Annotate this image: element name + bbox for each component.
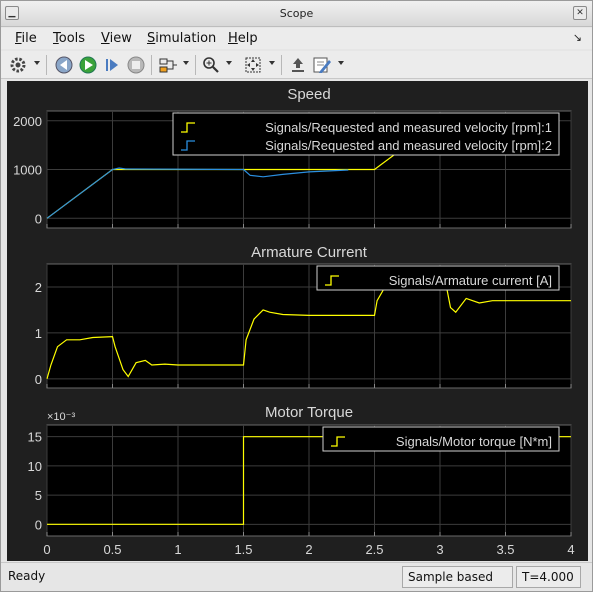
status-bar: Ready Sample based T=4.000 (1, 562, 592, 591)
title-bar[interactable]: Scope ▁ ✕ (1, 1, 592, 27)
toolbar (1, 51, 592, 79)
motor-torque-exponent: ×10⁻³ (47, 411, 75, 423)
fit-view-icon[interactable] (242, 54, 264, 76)
signal-highlight-icon[interactable] (157, 54, 179, 76)
x-tick-label: 2.5 (365, 542, 383, 557)
signal-dropdown-icon[interactable] (183, 61, 189, 65)
toolbar-separator (46, 55, 47, 75)
fit-dropdown-icon[interactable] (269, 61, 275, 65)
y-tick-label: 2 (35, 280, 42, 295)
y-tick-label: 0 (35, 517, 42, 532)
legend[interactable]: Signals/Motor torque [N*m] (322, 426, 560, 452)
y-tick-label: 0 (35, 372, 42, 387)
y-tick-label: 0 (35, 211, 42, 226)
step-forward-icon[interactable] (101, 54, 123, 76)
x-tick-label: 0.5 (103, 542, 121, 557)
run-icon[interactable] (77, 54, 99, 76)
menu-help[interactable]: Help (228, 31, 258, 46)
sample-mode-status: Sample based (402, 566, 513, 588)
gear-dropdown-icon[interactable] (34, 61, 40, 65)
zoom-dropdown-icon[interactable] (226, 61, 232, 65)
legend[interactable]: Signals/Armature current [A] (316, 265, 560, 291)
legend-label: Signals/Motor torque [N*m] (396, 434, 552, 449)
toolbar-separator (281, 55, 282, 75)
window-title: Scope (279, 7, 314, 20)
zoom-in-icon[interactable] (200, 54, 222, 76)
x-tick-label: 1.5 (234, 542, 252, 557)
toolbar-separator (195, 55, 196, 75)
edit-style-dropdown-icon[interactable] (338, 61, 344, 65)
sim-time-status: T=4.000 (516, 566, 581, 588)
scope-display: Speed Armature Current Motor Torque ×10⁻… (7, 81, 588, 561)
minimize-icon[interactable]: ▁ (5, 6, 19, 20)
menu-simulation[interactable]: Simulation (147, 31, 216, 46)
menu-view[interactable]: View (101, 31, 132, 46)
speed-title: Speed (287, 86, 330, 103)
y-tick-label: 10 (28, 459, 42, 474)
legend[interactable]: Signals/Requested and measured velocity … (172, 112, 560, 156)
x-tick-label: 1 (174, 542, 181, 557)
legend-label: Signals/Armature current [A] (389, 273, 552, 288)
armature-current-title: Armature Current (251, 244, 368, 261)
menu-bar: File Tools View Simulation Help ↘ (1, 28, 592, 49)
y-tick-label: 1 (35, 326, 42, 341)
step-back-icon[interactable] (53, 54, 75, 76)
x-tick-label: 2 (305, 542, 312, 557)
y-tick-label: 5 (35, 488, 42, 503)
x-tick-label: 3.5 (496, 542, 514, 557)
x-tick-label: 0 (43, 542, 50, 557)
menu-tools[interactable]: Tools (53, 31, 85, 46)
x-tick-label: 4 (567, 542, 574, 557)
scope-plots: Speed Armature Current Motor Torque ×10⁻… (13, 86, 575, 557)
scope-window: Scope ▁ ✕ File Tools View Simulation Hel… (0, 0, 593, 592)
y-tick-label: 1000 (13, 163, 42, 178)
y-tick-label: 15 (28, 430, 42, 445)
close-icon[interactable]: ✕ (573, 6, 587, 20)
stop-icon[interactable] (125, 54, 147, 76)
motor-torque-title: Motor Torque (265, 404, 353, 421)
undock-arrow-icon[interactable]: ↘ (573, 31, 582, 44)
edit-style-icon[interactable] (311, 54, 333, 76)
menu-file[interactable]: File (15, 31, 37, 46)
x-tick-label: 3 (436, 542, 443, 557)
toolbar-separator (151, 55, 152, 75)
legend-label: Signals/Requested and measured velocity … (265, 120, 552, 135)
restore-view-icon[interactable] (287, 54, 309, 76)
status-ready: Ready (8, 569, 46, 583)
gear-icon[interactable] (7, 54, 29, 76)
legend-label: Signals/Requested and measured velocity … (265, 138, 552, 153)
y-tick-label: 2000 (13, 114, 42, 129)
